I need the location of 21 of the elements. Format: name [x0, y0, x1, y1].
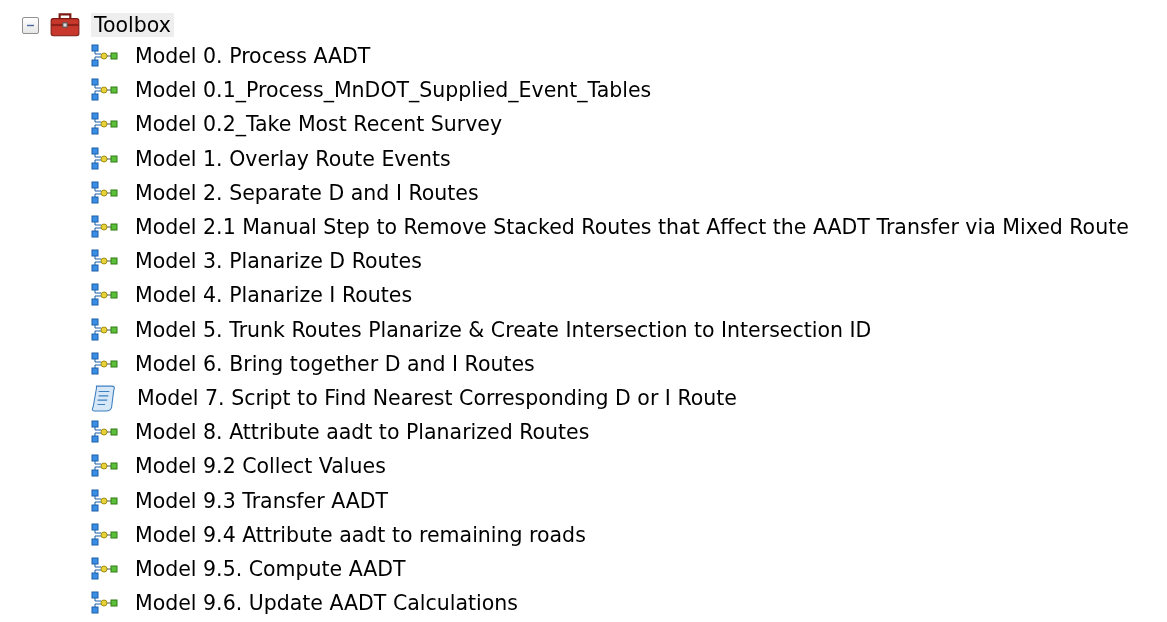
tree-item[interactable]: Toolbox [91, 13, 174, 37]
tree-item[interactable]: Model 7. Script to Find Nearest Corresponding D or I Route [134, 385, 740, 410]
tree-item[interactable]: Model 0.2_Take Most Recent Survey [132, 112, 506, 137]
tree-item[interactable]: Model 9.2 Collect Values [132, 454, 389, 479]
tree-item[interactable]: Model 9.6. Update AADT Calculations [132, 591, 521, 616]
tree-item[interactable]: Model 6. Bring together D and I Routes [132, 351, 538, 376]
tree-item[interactable]: Model 0. Process AADT [132, 44, 374, 69]
script-scroll-icon [90, 383, 118, 412]
tree-item[interactable]: Model 9.3 Transfer AADT [132, 488, 392, 513]
tree-item[interactable]: Model 2. Separate D and I Routes [132, 180, 482, 205]
tree-item[interactable]: Model 5. Trunk Routes Planarize & Create Intersection to Intersection ID [132, 317, 875, 342]
tree-item[interactable]: Model 9.5. Compute AADT [132, 556, 409, 581]
tree-item[interactable]: Model 9.4 Attribute aadt to remaining roads [132, 522, 589, 547]
tree-item[interactable]: Model 4. Planarize I Routes [132, 283, 416, 308]
tree-item[interactable]: Model 0.1_Process_MnDOT_Supplied_Event_Tables [132, 78, 655, 103]
tree-item[interactable]: Model 8. Attribute aadt to Planarized Routes [132, 420, 593, 445]
tree-item[interactable]: Model 2.1 Manual Step to Remove Stacked Routes that Affect the AADT Transfer via Mixed Route [132, 215, 1132, 240]
tree-item[interactable]: Model 1. Overlay Route Events [132, 146, 454, 171]
toolbox-icon [49, 12, 81, 38]
tree-item[interactable]: Model 3. Planarize D Routes [132, 249, 425, 274]
collapse-toggle[interactable] [22, 16, 39, 34]
